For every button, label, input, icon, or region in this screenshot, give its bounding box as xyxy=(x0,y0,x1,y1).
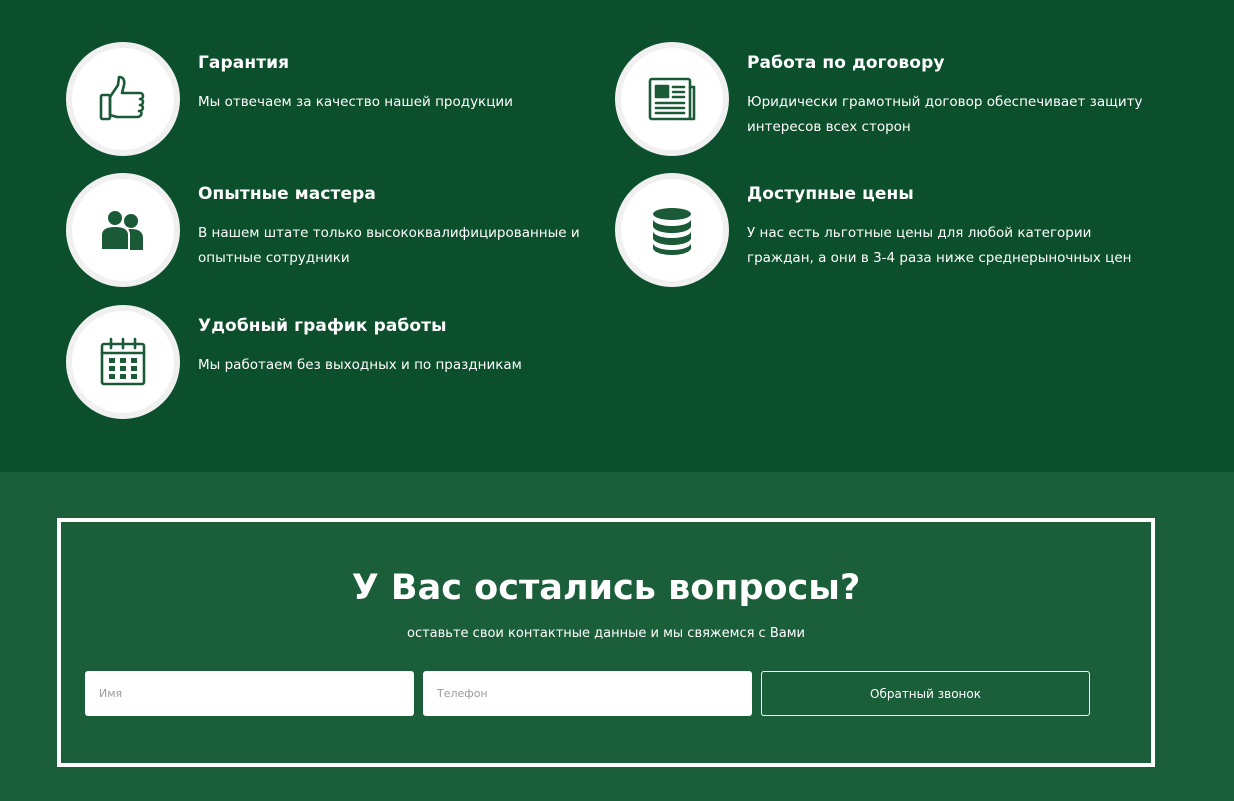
feature-prices: Доступные цены У нас есть льготные цены … xyxy=(615,173,1175,287)
feature-icon-circle xyxy=(615,173,729,287)
feature-guarantee: Гарантия Мы отвечаем за качество нашей п… xyxy=(66,42,626,156)
feature-description-line: интересов всех сторон xyxy=(747,119,911,135)
name-input[interactable] xyxy=(85,671,414,716)
feature-title: Удобный график работы xyxy=(198,316,447,336)
feature-icon-circle xyxy=(66,173,180,287)
feature-title: Доступные цены xyxy=(747,184,914,204)
callback-subtitle: оставьте свои контактные данные и мы свя… xyxy=(407,626,805,641)
feature-description: Мы работаем без выходных и по праздникам xyxy=(198,353,608,378)
feature-description-line: Мы работаем без выходных и по праздникам xyxy=(198,357,522,373)
feature-icon-circle xyxy=(66,42,180,156)
feature-schedule: Удобный график работы Мы работаем без вы… xyxy=(66,305,626,419)
users-icon xyxy=(100,209,143,251)
feature-icon-circle xyxy=(66,305,180,419)
thumbs-up-icon xyxy=(99,75,145,121)
feature-description-line: опытные сотрудники xyxy=(198,250,350,266)
feature-description-line: В нашем штате только высококвалифицирова… xyxy=(198,225,580,241)
feature-description-line: У нас есть льготные цены для любой катег… xyxy=(747,225,1092,241)
feature-title: Работа по договору xyxy=(747,53,945,73)
feature-description-line: Мы отвечаем за качество нашей продукции xyxy=(198,94,513,110)
feature-contract: Работа по договору Юридически грамотный … xyxy=(615,42,1175,156)
callback-title: У Вас остались вопросы? xyxy=(351,568,861,608)
document-icon xyxy=(648,77,696,121)
feature-title: Гарантия xyxy=(198,53,290,73)
callback-button[interactable]: Обратный звонок xyxy=(761,671,1090,716)
feature-description: Мы отвечаем за качество нашей продукции xyxy=(198,90,608,115)
feature-description: У нас есть льготные цены для любой катег… xyxy=(747,221,1157,271)
feature-description: В нашем штате только высококвалифицирова… xyxy=(198,221,608,271)
feature-masters: Опытные мастера В нашем штате только выс… xyxy=(66,173,626,287)
calendar-icon xyxy=(100,337,146,386)
feature-description: Юридически грамотный договор обеспечивае… xyxy=(747,90,1157,140)
callback-section: У Вас остались вопросы? оставьте свои ко… xyxy=(0,472,1234,801)
callback-form: У Вас остались вопросы? оставьте свои ко… xyxy=(57,518,1155,767)
phone-input[interactable] xyxy=(423,671,752,716)
features-section: Гарантия Мы отвечаем за качество нашей п… xyxy=(0,0,1234,472)
feature-description-line: Юридически грамотный договор обеспечивае… xyxy=(747,94,1143,110)
feature-icon-circle xyxy=(615,42,729,156)
feature-title: Опытные мастера xyxy=(198,184,376,204)
feature-description-line: граждан, а они в 3-4 раза ниже среднерын… xyxy=(747,250,1132,266)
coins-stack-icon xyxy=(653,208,691,255)
